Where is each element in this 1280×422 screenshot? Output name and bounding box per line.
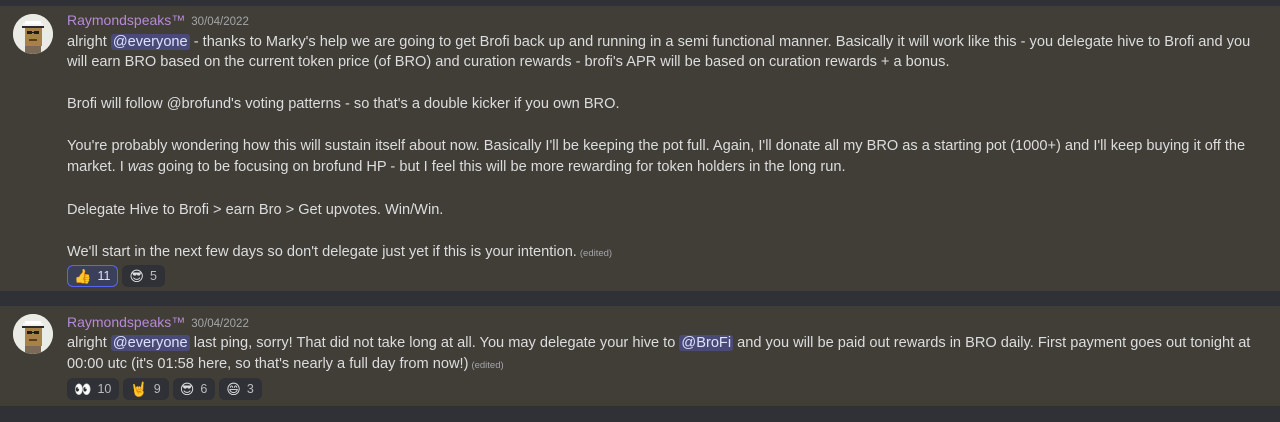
message-line: 00:00 utc (it's 01:58 here, so that's ne… [67, 354, 504, 376]
text-segment: 00:00 utc (it's 01:58 here, so that's ne… [67, 356, 469, 372]
message-divider [0, 291, 1280, 306]
message-header: Raymondspeaks™ 30/04/2022 [67, 314, 249, 332]
text-segment: - thanks to Marky's help we are going to… [189, 34, 1251, 50]
text-segment: We'll start in the next few days so don'… [67, 244, 577, 260]
reaction-count: 11 [97, 269, 111, 283]
reaction-count: 5 [150, 269, 157, 283]
italic-text: was [127, 159, 154, 175]
pixel-avatar-icon [13, 314, 53, 354]
message-header: Raymondspeaks™ 30/04/2022 [67, 12, 249, 30]
reaction-rock-hand[interactable]: 🤘 9 [123, 378, 169, 400]
edited-marker: (edited) [471, 360, 504, 371]
message-line: Brofi will follow @brofund's voting patt… [67, 96, 620, 112]
sunglasses-face-icon: 😎 [179, 381, 195, 397]
avatar[interactable] [13, 14, 53, 54]
rock-hand-icon: 🤘 [130, 381, 148, 397]
reaction-count: 9 [153, 382, 161, 396]
sunglasses-face-icon: 😎 [129, 268, 145, 284]
chat-message[interactable]: Raymondspeaks™ 30/04/2022 alright @everyo… [0, 6, 1280, 291]
reaction-bar: 👀 10 🤘 9 😎 6 😄 3 [67, 378, 262, 402]
text-segment: market. I [67, 159, 128, 175]
reaction-eyes[interactable]: 👀 10 [67, 378, 120, 400]
chat-message[interactable]: Raymondspeaks™ 30/04/2022 alright @everyo… [0, 306, 1280, 406]
message-line: Delegate Hive to Brofi > earn Bro > Get … [67, 202, 444, 218]
reaction-grin[interactable]: 😄 3 [219, 378, 262, 400]
edited-marker: (edited) [579, 248, 613, 259]
message-line: You're probably wondering how this will … [67, 138, 1246, 154]
grin-face-icon: 😄 [226, 381, 241, 397]
text-segment: alright [67, 335, 111, 351]
reaction-count: 3 [246, 382, 254, 396]
reaction-count: 6 [200, 382, 208, 396]
text-segment: going to be focusing on brofund HP - but… [153, 159, 846, 175]
message-line: alright @everyone last ping, sorry! That… [67, 333, 1250, 354]
reaction-sunglasses[interactable]: 😎 5 [122, 265, 165, 287]
reaction-bar: 👍 11 😎 5 [67, 265, 165, 289]
text-segment: and you will be paid out rewards in BRO … [733, 335, 1251, 351]
pixel-avatar-icon [13, 14, 53, 54]
message-line: market. I was going to be focusing on br… [67, 157, 846, 178]
avatar[interactable] [13, 314, 53, 354]
message-line: will earn BRO based on the current token… [67, 54, 950, 70]
text-segment: last ping, sorry! That did not take long… [189, 335, 680, 351]
thumbs-up-icon: 👍 [74, 268, 92, 284]
reaction-sunglasses[interactable]: 😎 6 [172, 378, 216, 400]
reaction-thumbs-up[interactable]: 👍 11 [67, 265, 119, 287]
mention-everyone[interactable]: @everyone [110, 34, 190, 50]
message-line: We'll start in the next few days so don'… [67, 242, 612, 264]
eyes-icon: 👀 [74, 381, 92, 397]
timestamp: 30/04/2022 [191, 16, 249, 28]
reaction-count: 10 [97, 382, 112, 396]
username[interactable]: Raymondspeaks™ [67, 12, 185, 28]
message-line: alright @everyone - thanks to Marky's he… [67, 32, 1250, 53]
text-segment: alright [67, 34, 111, 50]
mention-brofi[interactable]: @BroFi [679, 335, 734, 351]
username[interactable]: Raymondspeaks™ [67, 314, 185, 330]
timestamp: 30/04/2022 [191, 318, 249, 330]
mention-everyone[interactable]: @everyone [110, 335, 190, 351]
bottom-divider [0, 406, 1280, 422]
